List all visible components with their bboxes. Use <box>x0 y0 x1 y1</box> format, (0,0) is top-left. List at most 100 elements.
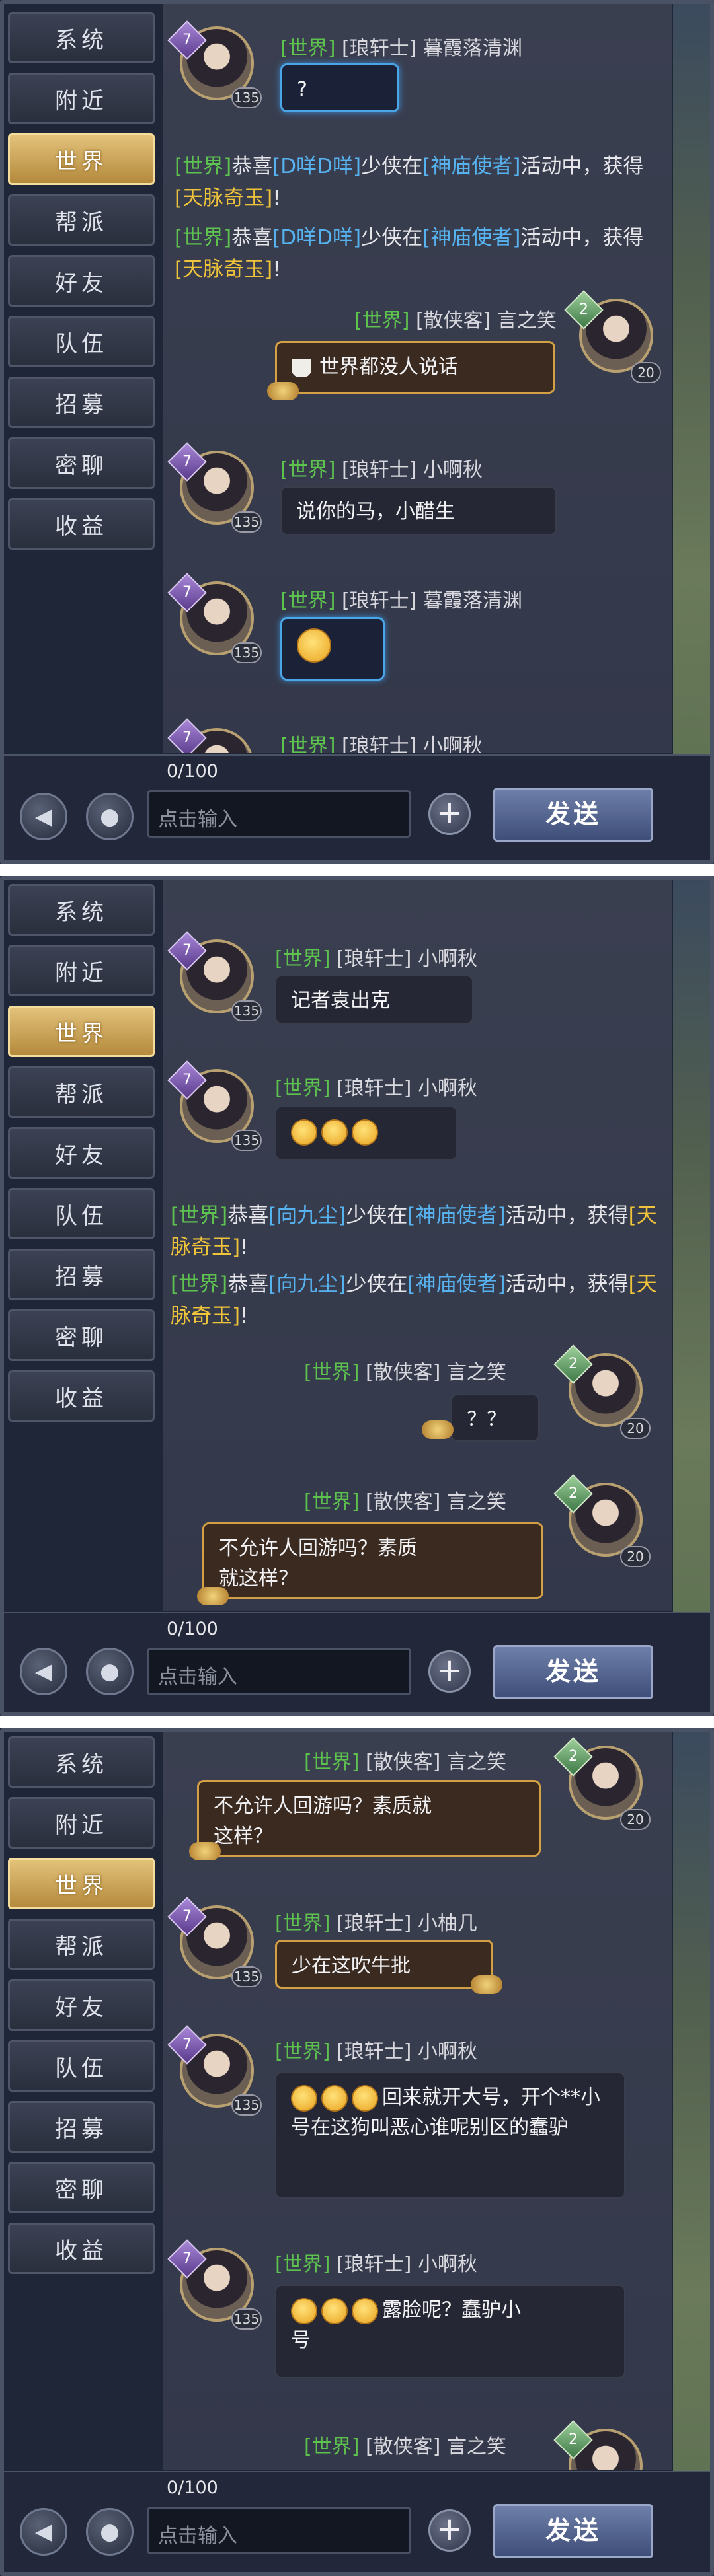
sender-name[interactable]: 小啊秋 <box>423 735 483 753</box>
tab-private[interactable]: 密聊 <box>8 1309 155 1361</box>
tab-nearby[interactable]: 附近 <box>8 1797 155 1849</box>
plus-icon[interactable]: + <box>428 793 471 835</box>
player-link[interactable]: [向九尘] <box>268 1272 346 1296</box>
chat-panel-2: 系统 附近 世界 帮派 好友 队伍 招募 密聊 收益 7 135 [世界] [琅… <box>0 876 714 1716</box>
microphone-icon[interactable]: ● <box>86 1648 134 1695</box>
vip-badge: 135 <box>231 2094 262 2116</box>
sender-name[interactable]: 小柚几 <box>418 1912 477 1935</box>
vip-badge: 135 <box>231 1130 262 1151</box>
tab-earnings[interactable]: 收益 <box>8 2223 155 2274</box>
channel-sidebar: 系统 附近 世界 帮派 好友 队伍 招募 密聊 收益 <box>8 12 156 559</box>
item-link[interactable]: [天脉奇玉] <box>175 186 272 210</box>
speaker-icon[interactable]: ◀ <box>20 2508 67 2556</box>
vip-badge: 20 <box>620 1546 651 1567</box>
tab-team[interactable]: 队伍 <box>8 316 155 367</box>
sys-text: 少侠在 <box>361 155 423 178</box>
tab-system[interactable]: 系统 <box>8 1736 155 1788</box>
player-link[interactable]: [向九尘] <box>268 1204 346 1228</box>
message-text: ？？ <box>467 1408 506 1431</box>
tab-recruit[interactable]: 招募 <box>8 377 155 428</box>
tab-earnings[interactable]: 收益 <box>8 1370 155 1422</box>
channel-tag: [世界] <box>275 947 331 971</box>
tab-guild[interactable]: 帮派 <box>8 1919 155 1970</box>
message-input[interactable]: 点击输入 <box>147 2507 411 2554</box>
sender-name[interactable]: 小啊秋 <box>418 2253 477 2276</box>
message-bubble: 少在这吹牛批 <box>275 1940 493 1989</box>
plus-icon[interactable]: + <box>428 1650 471 1693</box>
event-link[interactable]: [神庙使者] <box>422 155 520 178</box>
sys-text: ! <box>240 1304 249 1328</box>
event-link[interactable]: [神庙使者] <box>407 1204 505 1228</box>
tab-friends[interactable]: 好友 <box>8 1979 155 2031</box>
sender-name[interactable]: 言之笑 <box>447 1751 506 1774</box>
emoji-face-icon <box>321 2297 348 2324</box>
send-button[interactable]: 发送 <box>493 788 653 842</box>
tab-guild[interactable]: 帮派 <box>8 1066 155 1118</box>
sender-name[interactable]: 小啊秋 <box>423 459 483 482</box>
channel-tag: [世界] <box>280 37 336 60</box>
tab-nearby[interactable]: 附近 <box>8 945 155 996</box>
input-bar: 0/100 ◀ ● 点击输入 + 发送 <box>0 754 714 864</box>
game-background <box>673 1728 714 2576</box>
tab-system[interactable]: 系统 <box>8 12 155 63</box>
tab-friends[interactable]: 好友 <box>8 255 155 307</box>
emoji-face-icon <box>291 2297 317 2324</box>
vip-badge: 135 <box>231 1966 262 1987</box>
sender-name[interactable]: 言之笑 <box>447 2435 506 2458</box>
system-message: [世界]恭喜[D咩D咩]少侠在[神庙使者]活动中，获得 [天脉奇玉]! <box>175 222 664 285</box>
tab-earnings[interactable]: 收益 <box>8 498 155 550</box>
plus-icon[interactable]: + <box>428 2509 471 2552</box>
chat-log[interactable]: 7 135 [世界] [琅轩士] 暮霞落清渊 ? [世界]恭喜[D咩D咩]少侠在… <box>163 0 672 753</box>
sender-name[interactable]: 暮霞落清渊 <box>423 37 522 60</box>
tab-world[interactable]: 世界 <box>8 1858 155 1909</box>
sender-line: [世界] [琅轩士] 小柚几 <box>275 1907 477 1936</box>
sender-name[interactable]: 言之笑 <box>497 309 557 332</box>
sender-line: [世界] [琅轩士] 小啊秋 <box>275 2248 477 2277</box>
chat-log[interactable]: 7 135 [世界] [琅轩士] 小啊秋 记者袁出克 7 135 [世界] [琅… <box>163 876 672 1611</box>
school-tag: [琅轩士] <box>336 2253 412 2276</box>
tab-recruit[interactable]: 招募 <box>8 2101 155 2153</box>
speaker-icon[interactable]: ◀ <box>20 793 67 840</box>
send-button[interactable]: 发送 <box>493 1645 653 1699</box>
emoji-face-icon <box>291 1119 317 1146</box>
sender-name[interactable]: 小啊秋 <box>418 947 477 971</box>
speaker-icon[interactable]: ◀ <box>20 1648 67 1695</box>
sender-line: [世界] [散侠客] 言之笑 <box>354 304 557 333</box>
emoji-face-icon <box>352 1119 378 1146</box>
send-button[interactable]: 发送 <box>493 2504 653 2558</box>
tab-world[interactable]: 世界 <box>8 133 155 185</box>
channel-tag: [世界] <box>275 2040 331 2063</box>
chat-panel-1: 系统 附近 世界 帮派 好友 队伍 招募 密聊 收益 7 135 [世界] [琅… <box>0 0 714 864</box>
tab-team[interactable]: 队伍 <box>8 2040 155 2092</box>
sender-name[interactable]: 小啊秋 <box>418 2040 477 2063</box>
emoji-face-icon <box>321 2084 348 2112</box>
event-link[interactable]: [神庙使者] <box>407 1272 505 1296</box>
tab-private[interactable]: 密聊 <box>8 2162 155 2213</box>
player-link[interactable]: [D咩D咩] <box>272 155 361 178</box>
tab-private[interactable]: 密聊 <box>8 437 155 489</box>
tab-guild[interactable]: 帮派 <box>8 194 155 246</box>
sender-name[interactable]: 小啊秋 <box>418 1077 477 1100</box>
chat-log[interactable]: 2 20 [世界] [散侠客] 言之笑 不允许人回游吗？素质就这样？ 7 135… <box>163 1728 672 2470</box>
sender-name[interactable]: 言之笑 <box>447 1361 506 1384</box>
tab-friends[interactable]: 好友 <box>8 1127 155 1179</box>
message-text: 记者袁出克 <box>291 989 390 1012</box>
sender-name[interactable]: 暮霞落清渊 <box>423 589 522 612</box>
input-bar: 0/100 ◀ ● 点击输入 + 发送 <box>0 1612 714 1716</box>
message-input[interactable]: 点击输入 <box>147 790 411 838</box>
message-bubble: 世界都没人说话 <box>275 341 555 394</box>
microphone-icon[interactable]: ● <box>86 2508 134 2556</box>
message-input[interactable]: 点击输入 <box>147 1648 411 1695</box>
tab-system[interactable]: 系统 <box>8 884 155 936</box>
player-link[interactable]: [D咩D咩] <box>272 226 361 250</box>
tab-team[interactable]: 队伍 <box>8 1188 155 1239</box>
school-tag: [琅轩士] <box>341 459 417 482</box>
item-link[interactable]: [天脉奇玉] <box>175 258 272 281</box>
tab-nearby[interactable]: 附近 <box>8 73 155 124</box>
tab-world[interactable]: 世界 <box>8 1006 155 1057</box>
sys-text: 恭喜 <box>227 1204 269 1228</box>
microphone-icon[interactable]: ● <box>86 793 134 840</box>
event-link[interactable]: [神庙使者] <box>422 226 520 250</box>
tab-recruit[interactable]: 招募 <box>8 1249 155 1300</box>
sender-name[interactable]: 言之笑 <box>447 1490 506 1514</box>
